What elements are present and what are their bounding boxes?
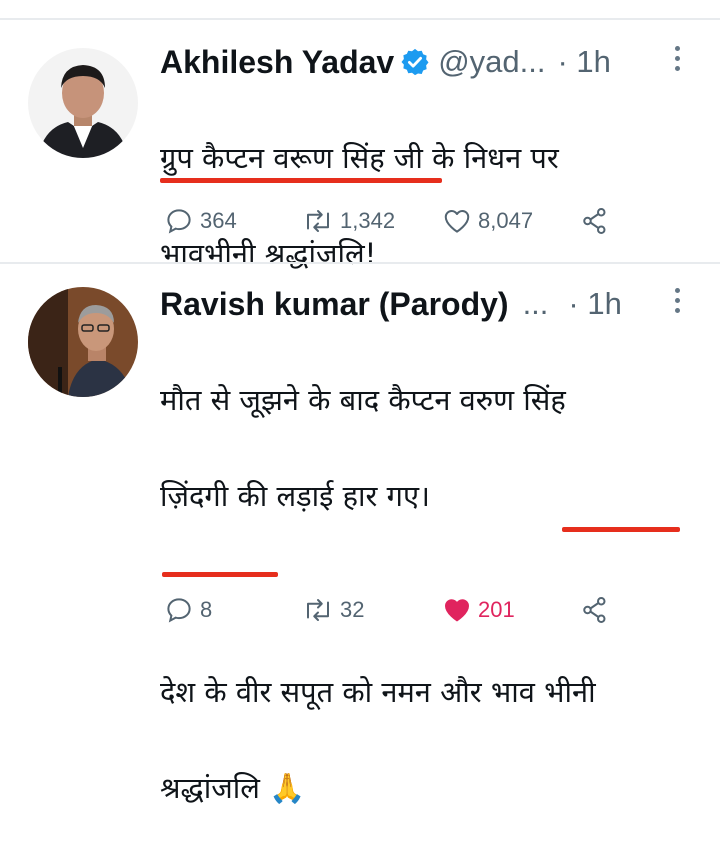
retweet-icon bbox=[307, 599, 329, 621]
reply-button[interactable]: 364 bbox=[162, 206, 237, 236]
reply-count: 364 bbox=[200, 208, 237, 233]
highlight-underline bbox=[562, 527, 680, 532]
like-button[interactable]: 201 bbox=[440, 595, 515, 625]
tweet-actions: 8 32 201 bbox=[160, 595, 680, 625]
retweet-count: 1,342 bbox=[340, 208, 396, 233]
tweet-ravish[interactable]: Ravish kumar (Parody) ... · 1h मौत से जू… bbox=[0, 264, 720, 805]
reply-count: 8 bbox=[200, 597, 213, 622]
tweet-time[interactable]: · 1h bbox=[568, 286, 621, 322]
like-button[interactable]: 8,047 bbox=[440, 206, 533, 236]
tweet-text-line: श्रद्धांजलि 🙏 bbox=[160, 771, 306, 805]
like-count: 8,047 bbox=[478, 208, 534, 233]
share-icon bbox=[583, 208, 606, 234]
heart-filled-icon bbox=[445, 599, 469, 622]
more-options-icon[interactable] bbox=[675, 46, 681, 71]
author-name[interactable]: Akhilesh Yadav bbox=[160, 44, 394, 81]
tweet-text-line: मौत से जूझने के बाद कैप्टन वरुण सिंह bbox=[160, 383, 566, 417]
retweet-button[interactable]: 1,342 bbox=[300, 206, 395, 236]
tweet-actions: 364 1,342 8,047 bbox=[160, 206, 680, 236]
like-count: 201 bbox=[478, 597, 515, 622]
share-icon bbox=[583, 597, 606, 623]
tweet-text: मौत से जूझने के बाद कैप्टन वरुण सिंह ज़ि… bbox=[160, 328, 700, 860]
reply-button[interactable]: 8 bbox=[162, 595, 212, 625]
highlight-underline bbox=[160, 178, 442, 183]
share-button[interactable] bbox=[578, 206, 612, 236]
avatar[interactable] bbox=[28, 48, 138, 158]
verified-badge-icon bbox=[400, 47, 430, 77]
reply-icon bbox=[167, 598, 191, 623]
author-handle[interactable]: ... bbox=[523, 286, 549, 322]
retweet-count: 32 bbox=[340, 597, 365, 622]
tweet-time[interactable]: · 1h bbox=[558, 44, 611, 80]
heart-icon bbox=[444, 210, 470, 233]
tweet-header: Ravish kumar (Parody) ... · 1h bbox=[160, 284, 622, 324]
author-name[interactable]: Ravish kumar (Parody) bbox=[160, 286, 509, 323]
avatar-image bbox=[28, 48, 138, 158]
tweet-text-line: देश के वीर सपूत को नमन और भाव भीनी bbox=[160, 675, 596, 709]
retweet-icon bbox=[307, 210, 329, 232]
share-button[interactable] bbox=[578, 595, 612, 625]
tweet-akhilesh[interactable]: Akhilesh Yadav @yad... · 1h ग्रुप कैप्टन… bbox=[0, 20, 720, 271]
tweet-text-line: ज़िंदगी की लड़ाई हार गए। bbox=[160, 479, 430, 513]
avatar[interactable] bbox=[28, 287, 138, 397]
retweet-button[interactable]: 32 bbox=[300, 595, 364, 625]
highlight-underline bbox=[162, 572, 278, 577]
avatar-image bbox=[28, 287, 138, 397]
author-handle[interactable]: @yad... bbox=[438, 44, 545, 80]
tweet-text-line: ग्रुप कैप्टन वरूण सिंह जी के निधन पर bbox=[160, 141, 559, 175]
tweet-header: Akhilesh Yadav @yad... · 1h bbox=[160, 42, 611, 82]
more-options-icon[interactable] bbox=[675, 288, 681, 313]
reply-icon bbox=[167, 209, 191, 234]
